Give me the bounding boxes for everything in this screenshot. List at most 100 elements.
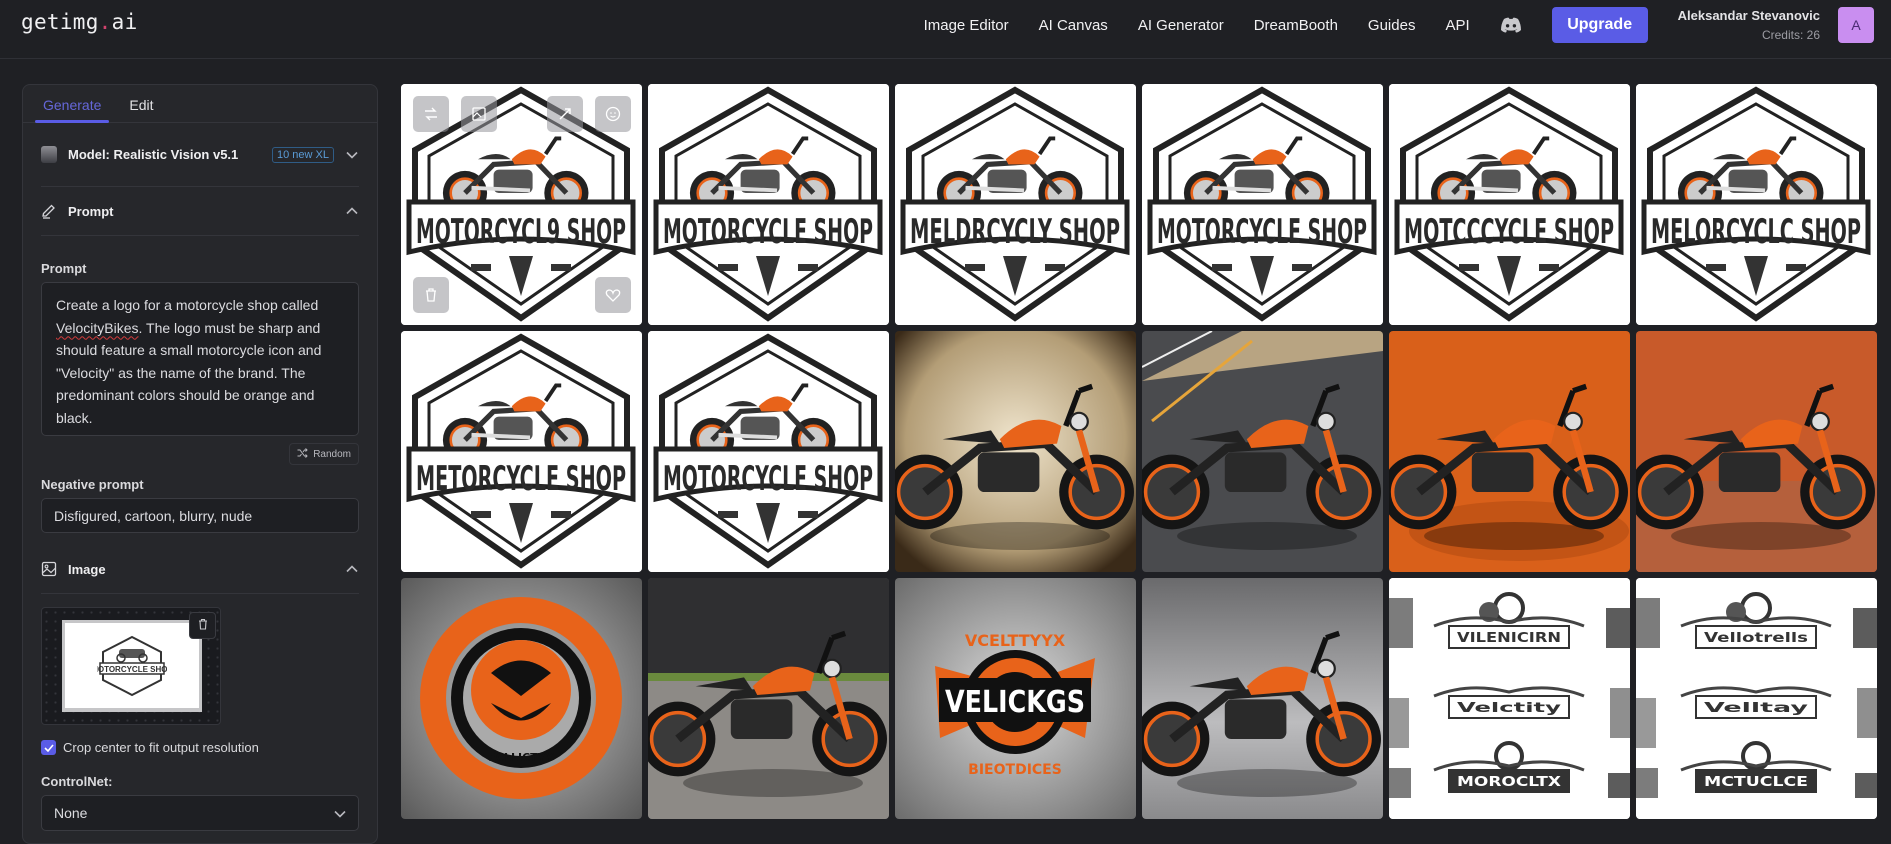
svg-text:VILENICIRN: VILENICIRN	[1457, 631, 1561, 646]
trash-icon	[198, 617, 208, 635]
generated-image[interactable]: ECLLICTYY	[401, 578, 642, 819]
negative-prompt-input[interactable]: Disfigured, cartoon, blurry, nude	[41, 498, 359, 533]
svg-text:MELDRCYCLY SHOP: MELDRCYCLY SHOP	[910, 212, 1120, 252]
chevron-down-icon	[334, 805, 346, 821]
avatar[interactable]: A	[1838, 7, 1874, 43]
upscale-icon	[559, 108, 571, 120]
generated-image[interactable]	[1142, 578, 1383, 819]
crop-center-label: Crop center to fit output resolution	[63, 740, 259, 755]
hex-logo-image: MOTORCYCLE SHOP	[648, 331, 889, 572]
generated-image[interactable]: MOTCCCYCLE SHOP	[1389, 84, 1630, 325]
generated-image[interactable]: MOTORCYCLE SHOP	[1142, 84, 1383, 325]
crop-center-option[interactable]: Crop center to fit output resolution	[41, 740, 359, 755]
generated-image[interactable]: MOTORCYCL9 SHOP	[401, 84, 642, 325]
delete-button[interactable]	[413, 277, 449, 313]
model-thumbnail	[41, 146, 57, 163]
nav-guides[interactable]: Guides	[1368, 17, 1416, 34]
generated-images-gallery: MOTORCYCL9 SHOP MOTORCYCLE SHOP MELDRCYC…	[401, 84, 1877, 819]
generated-image[interactable]: METORCYCLE SHOP	[401, 331, 642, 572]
hex-logo-image: MOTORCYCLE SHOP	[1142, 84, 1383, 325]
panel-tabs: Generate Edit	[23, 85, 377, 123]
photo-bike-image	[1389, 331, 1630, 572]
chevron-down-icon[interactable]	[345, 148, 359, 162]
user-info[interactable]: Aleksandar Stevanovic Credits: 26	[1678, 8, 1820, 42]
svg-text:MOTCCCYCLE SHOP: MOTCCCYCLE SHOP	[1404, 212, 1614, 252]
discord-icon[interactable]	[1500, 16, 1524, 34]
prompt-section-header[interactable]: Prompt	[41, 187, 359, 236]
tab-generate[interactable]: Generate	[35, 85, 110, 123]
generated-image[interactable]: VILENICIRN Velctity MOROCLTX	[1389, 578, 1630, 819]
image-to-image-icon	[472, 107, 486, 121]
controlnet-select[interactable]: None	[41, 795, 359, 831]
generated-image[interactable]: MOTORCYCLE SHOP	[648, 331, 889, 572]
init-image-preview[interactable]: MOTORCYCLE SHOP	[41, 607, 221, 725]
prompt-label: Prompt	[41, 261, 87, 276]
remove-image-button[interactable]	[189, 612, 216, 639]
generated-image[interactable]	[895, 331, 1136, 572]
photo-bike-image	[1142, 578, 1383, 819]
shuffle-icon	[297, 447, 308, 461]
upscale-button[interactable]	[547, 96, 583, 132]
photo-bike-image	[1142, 331, 1383, 572]
nav-ai-generator[interactable]: AI Generator	[1138, 17, 1224, 34]
photo-bike-image	[648, 578, 889, 819]
generated-image[interactable]	[1636, 331, 1877, 572]
favorite-button[interactable]	[595, 277, 631, 313]
generation-settings-panel: Generate Edit Model: Realistic Vision v5…	[22, 84, 378, 844]
nav-menu: Image Editor AI Canvas AI Generator Drea…	[924, 0, 1891, 50]
generated-image[interactable]: VCELTTYYX VELICKGS BIEOTDICES	[895, 578, 1136, 819]
model-selector[interactable]: Model: Realistic Vision v5.1 10 new XL	[41, 123, 359, 187]
regenerate-icon	[425, 107, 437, 121]
photo-bike-image	[895, 331, 1136, 572]
nav-image-editor[interactable]: Image Editor	[924, 17, 1009, 34]
pencil-icon	[41, 203, 57, 219]
svg-text:MOTORCYCLE SHOP: MOTORCYCLE SHOP	[663, 212, 873, 252]
random-prompt-button[interactable]: Random	[289, 443, 359, 465]
sheet-logo-image: Vellotrells Velltay MCTUCLCE	[1636, 578, 1877, 819]
generated-image[interactable]: MELORCYCLC SHOP	[1636, 84, 1877, 325]
crop-center-checkbox[interactable]	[41, 740, 56, 755]
generated-image[interactable]: MOTORCYCLE SHOP	[648, 84, 889, 325]
generated-image[interactable]	[648, 578, 889, 819]
hex-logo-image: MELDRCYCLY SHOP	[895, 84, 1136, 325]
misspelled-word: VelocityBikes	[56, 319, 139, 336]
svg-text:VCELTTYYX: VCELTTYYX	[965, 631, 1066, 650]
upgrade-button[interactable]: Upgrade	[1551, 7, 1648, 43]
controlnet-label: ControlNet:	[41, 774, 113, 789]
generated-image[interactable]	[1142, 331, 1383, 572]
round-logo-image: ECLLICTYY	[401, 578, 642, 819]
image-icon	[41, 561, 57, 577]
prompt-textarea[interactable]: Create a logo for a motorcycle shop call…	[41, 282, 359, 436]
svg-text:METORCYCLE SHOP: METORCYCLE SHOP	[416, 459, 626, 499]
controlnet-value: None	[54, 805, 88, 821]
nav-ai-canvas[interactable]: AI Canvas	[1039, 17, 1108, 34]
image-to-image-button[interactable]	[461, 96, 497, 132]
nav-dreambooth[interactable]: DreamBooth	[1254, 17, 1338, 34]
sheet-logo-image: VILENICIRN Velctity MOROCLTX	[1389, 578, 1630, 819]
prompt-section-title: Prompt	[68, 203, 114, 219]
regenerate-button[interactable]	[413, 96, 449, 132]
image-section-header[interactable]: Image	[41, 545, 359, 594]
hex-logo-image: MOTORCYCLE SHOP	[648, 84, 889, 325]
generated-image[interactable]	[1389, 331, 1630, 572]
nav-api[interactable]: API	[1445, 17, 1469, 34]
svg-text:MELORCYCLC SHOP: MELORCYCLC SHOP	[1651, 212, 1861, 252]
tab-edit[interactable]: Edit	[121, 85, 161, 122]
uploaded-image: MOTORCYCLE SHOP	[62, 620, 202, 712]
image-section-title: Image	[68, 561, 106, 577]
generated-image[interactable]: Vellotrells Velltay MCTUCLCE	[1636, 578, 1877, 819]
svg-text:ECLLICTYY: ECLLICTYY	[488, 751, 554, 764]
generated-image[interactable]: MELDRCYCLY SHOP	[895, 84, 1136, 325]
hex-logo-image: MOTCCCYCLE SHOP	[1389, 84, 1630, 325]
photo-bike-image	[1636, 331, 1877, 572]
getimg-logo[interactable]: getimg.ai	[21, 10, 138, 34]
face-fix-icon	[605, 106, 621, 122]
credits-count: Credits: 26	[1761, 28, 1820, 42]
chevron-up-icon[interactable]	[345, 204, 359, 218]
model-label: Model: Realistic Vision v5.1	[68, 147, 239, 162]
svg-text:Velltay: Velltay	[1704, 701, 1809, 716]
face-fix-button[interactable]	[595, 96, 631, 132]
chevron-up-icon[interactable]	[345, 562, 359, 576]
top-navigation-bar: getimg.ai Image Editor AI Canvas AI Gene…	[0, 0, 1891, 59]
user-name: Aleksandar Stevanovic	[1677, 8, 1820, 23]
